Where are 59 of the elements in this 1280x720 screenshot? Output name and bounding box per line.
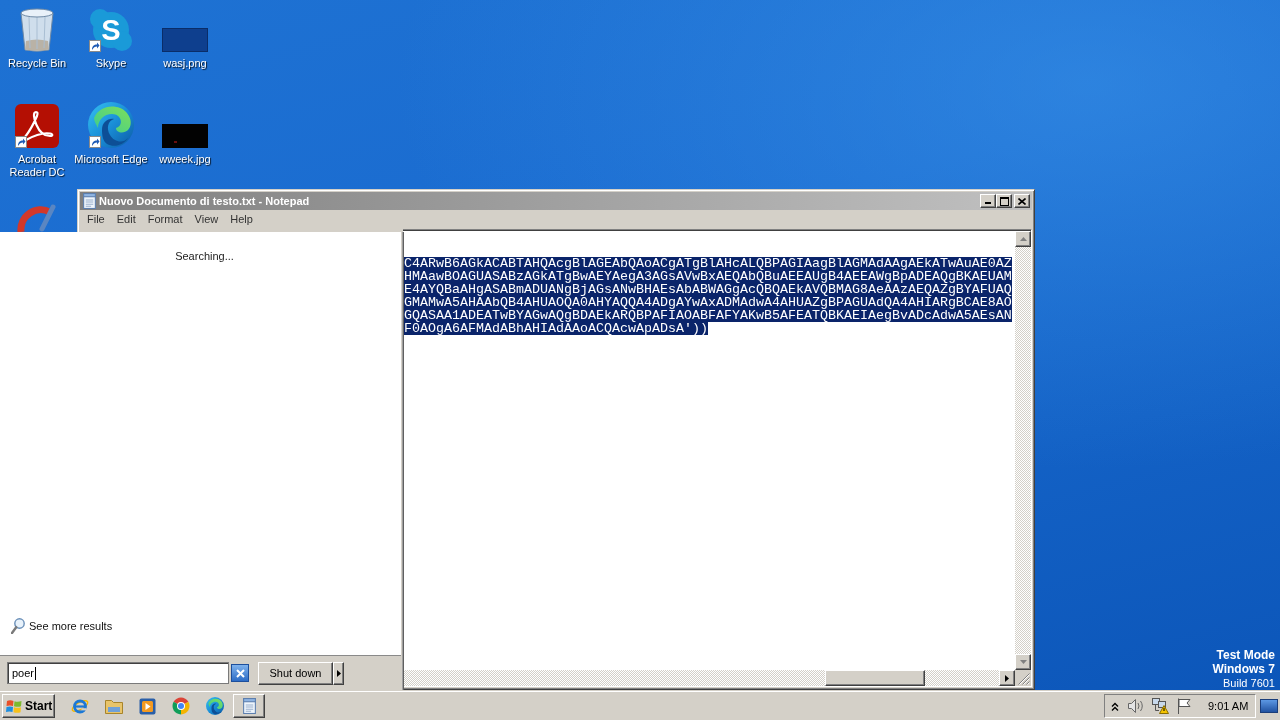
- taskbar-button[interactable]: [233, 694, 265, 718]
- start-button[interactable]: Start: [2, 694, 55, 718]
- recycle-bin-icon[interactable]: [19, 8, 55, 52]
- desktop-icon-label[interactable]: wweek.jpg: [159, 153, 211, 166]
- shut-down-button[interactable]: Shut down: [258, 661, 333, 685]
- speaker-icon[interactable]: [1128, 698, 1144, 714]
- resize-grip-icon[interactable]: [1018, 673, 1030, 685]
- menu-item[interactable]: Edit: [110, 211, 142, 228]
- minimize-button[interactable]: [980, 194, 996, 208]
- clock[interactable]: 9:01 AM: [1208, 700, 1249, 712]
- notepad-icon: [242, 698, 256, 714]
- minimize-icon: [985, 202, 991, 204]
- image-thumbnail[interactable]: [162, 28, 208, 52]
- search-field[interactable]: poer: [7, 662, 229, 684]
- flag-icon[interactable]: [1177, 698, 1191, 714]
- maximize-icon: [999, 196, 1009, 206]
- search-status: Searching...: [174, 250, 234, 263]
- four-tile-logo-icon: [6, 698, 22, 714]
- desktop-icon-label[interactable]: Microsoft Edge: [74, 153, 148, 166]
- os-watermark-text: Test Mode: [1216, 648, 1275, 662]
- scrollbar-thumb[interactable]: [825, 670, 925, 686]
- right-arrow-icon: [1005, 674, 1009, 682]
- window-title: Nuovo Documento di testo.txt - Notepad: [99, 195, 310, 207]
- caret-icon: [336, 669, 341, 677]
- clear-search-button[interactable]: [231, 664, 249, 682]
- close-button[interactable]: [1014, 194, 1030, 208]
- shut-down-options-button[interactable]: [333, 661, 344, 685]
- up-arrow-icon: [1019, 237, 1027, 241]
- close-icon: [1018, 197, 1026, 205]
- chevron-up-icon[interactable]: [1111, 701, 1119, 711]
- edge-icon[interactable]: [88, 102, 134, 148]
- text-area[interactable]: [403, 229, 1032, 687]
- browser-icon[interactable]: [71, 697, 89, 715]
- scroll-right-button[interactable]: [999, 670, 1015, 686]
- desktop-icon-label[interactable]: Acrobat Reader DC: [0, 153, 74, 179]
- os-watermark-text: Build 7601: [1223, 676, 1275, 690]
- notepad-icon: [83, 193, 96, 209]
- search-icon: [11, 618, 25, 634]
- menu-item[interactable]: File: [81, 211, 111, 228]
- menu-item[interactable]: View: [188, 211, 225, 228]
- acrobat-icon[interactable]: [15, 104, 59, 148]
- desktop-icon-label[interactable]: wasj.png: [163, 57, 207, 70]
- network-warning-icon[interactable]: [1152, 698, 1169, 714]
- monitor-icon[interactable]: [1260, 699, 1278, 713]
- desktop-icon-label[interactable]: Recycle Bin: [7, 57, 67, 70]
- menu-item[interactable]: Help: [224, 211, 259, 228]
- maximize-button[interactable]: [996, 194, 1012, 208]
- play-icon[interactable]: [139, 697, 156, 715]
- scroll-up-button[interactable]: [1015, 231, 1031, 247]
- down-arrow-icon: [1019, 660, 1027, 664]
- desktop-icon-label[interactable]: Skype: [95, 57, 127, 70]
- see-more-results-link[interactable]: See more results: [11, 618, 113, 634]
- edge-icon[interactable]: [206, 697, 224, 715]
- scroll-down-button[interactable]: [1015, 654, 1031, 670]
- menu-item[interactable]: Format: [141, 211, 189, 228]
- os-watermark-text: Windows 7: [1212, 662, 1275, 676]
- browser-icon[interactable]: [172, 697, 190, 715]
- image-thumbnail[interactable]: [162, 124, 208, 148]
- close-icon: [235, 668, 245, 678]
